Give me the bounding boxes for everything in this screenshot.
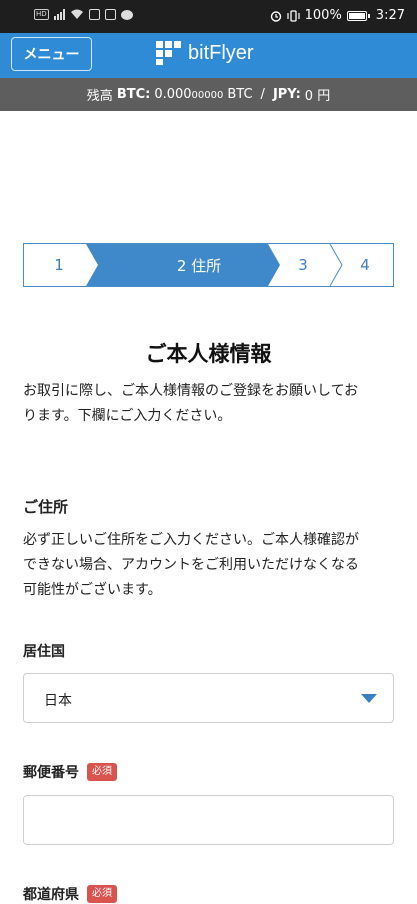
country-select[interactable]: 日本	[23, 673, 394, 723]
btc-amount-main: 0.000	[154, 87, 192, 102]
btc-amount: 0.00000000	[154, 87, 223, 102]
address-note-line-3: 可能性がございます。	[23, 582, 162, 598]
clock-time: 3:27	[375, 8, 405, 23]
required-badge: 必須	[87, 885, 117, 903]
alarm-icon	[270, 10, 281, 22]
postal-code-label-text: 郵便番号	[23, 765, 79, 781]
country-select-value: 日本	[44, 693, 72, 709]
bitflyer-logo-icon	[156, 41, 182, 65]
address-note-line-2: できない場合、アカウントをご利用いただけなくなる	[23, 557, 359, 573]
intro-line-1: お取引に際し、ご本人様情報のご登録をお願いしてお	[23, 383, 359, 399]
country-label: 居住国	[23, 641, 65, 661]
balance-separator: /	[260, 87, 265, 102]
status-icons-right: 100% 3:27	[270, 8, 405, 23]
balance-prefix: 残高	[86, 89, 113, 104]
battery-percent: 100%	[304, 8, 342, 23]
step-2: 2 住所	[176, 256, 222, 275]
prefecture-label: 都道府県 必須	[23, 884, 117, 904]
step-3-divider	[329, 244, 343, 286]
postal-code-input[interactable]	[23, 795, 394, 845]
intro-text: お取引に際し、ご本人様情報のご登録をお願いしてお ります。下欄にご入力ください。	[23, 379, 395, 429]
required-badge: 必須	[87, 763, 117, 781]
signal-icon	[53, 9, 65, 20]
prefecture-label-text: 都道府県	[23, 887, 79, 903]
logo-text: bitFlyer	[188, 41, 254, 64]
address-heading: ご住所	[23, 498, 69, 516]
wifi-icon	[70, 9, 83, 19]
battery-icon	[346, 10, 370, 21]
country-label-text: 居住国	[23, 644, 65, 660]
balance-bar: 残高 BTC: 0.00000000 BTC / JPY: 0 円	[0, 78, 417, 111]
status-icons-left: HD	[34, 9, 133, 20]
jpy-amount: 0 円	[304, 89, 331, 104]
jpy-label: JPY:	[272, 87, 301, 102]
step-3: 3	[298, 256, 308, 274]
menu-button[interactable]: メニュー	[11, 37, 92, 71]
vibrate-icon	[287, 9, 300, 22]
step-4: 4	[360, 256, 370, 274]
btc-label: BTC:	[116, 87, 151, 102]
chevron-down-icon	[361, 694, 377, 703]
app-header: メニュー bitFlyer	[0, 33, 417, 78]
mail-icon	[104, 9, 116, 20]
gallery-icon	[88, 9, 100, 20]
hd-badge: HD	[34, 9, 49, 20]
address-note: 必ず正しいご住所をご入力ください。ご本人様確認が できない場合、アカウントをご利…	[23, 528, 395, 603]
btc-amount-small: 00000	[191, 90, 224, 101]
registration-stepper: 1 2 住所 3 4	[23, 243, 394, 287]
btc-unit: BTC	[227, 87, 253, 102]
step-1: 1	[54, 256, 64, 274]
status-bar: HD 100% 3:27	[0, 0, 417, 33]
postal-code-label: 郵便番号 必須	[23, 762, 117, 782]
page-title: ご本人様情報	[145, 342, 272, 366]
intro-line-2: ります。下欄にご入力ください。	[23, 408, 232, 424]
bitflyer-logo[interactable]: bitFlyer	[156, 41, 254, 65]
address-note-line-1: 必ず正しいご住所をご入力ください。ご本人様確認が	[23, 532, 359, 548]
chat-icon	[120, 9, 133, 20]
